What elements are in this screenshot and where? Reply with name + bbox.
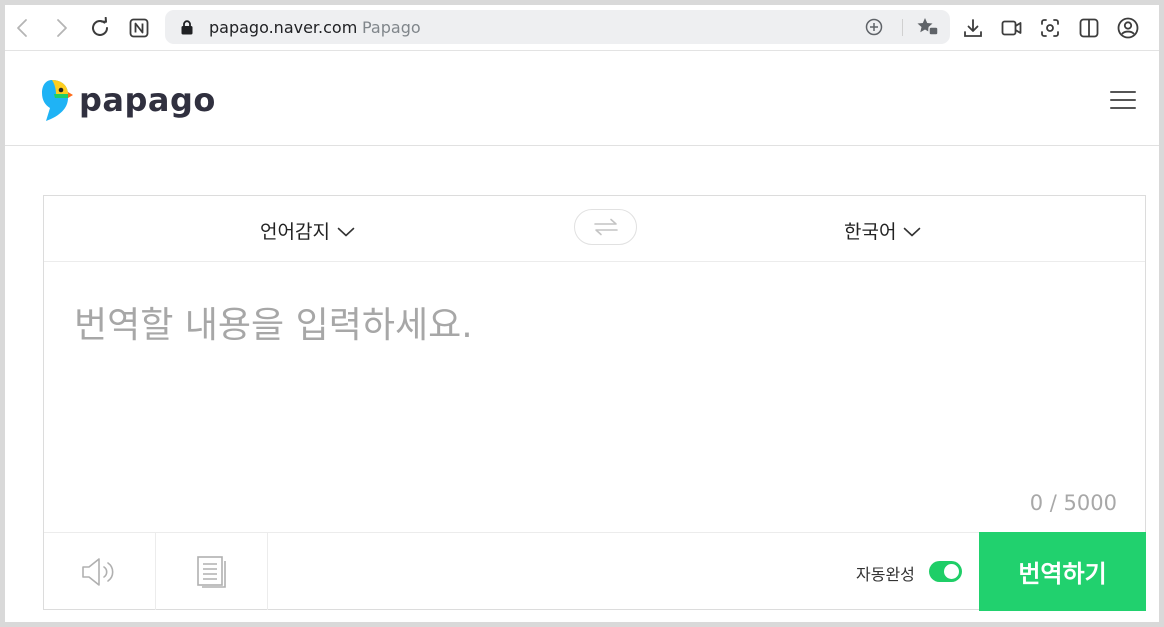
profile-icon[interactable] — [1115, 15, 1141, 41]
target-language-label: 한국어 — [844, 221, 897, 243]
chevron-down-icon — [903, 220, 921, 242]
lock-icon[interactable] — [181, 20, 193, 39]
auto-complete-toggle[interactable] — [929, 561, 962, 582]
language-bar: 언어감지 한국어 — [44, 196, 1145, 262]
reload-icon[interactable] — [87, 15, 113, 41]
source-language-select[interactable]: 언어감지 — [260, 217, 355, 244]
browser-window: papago.naver.com Papago papago 언어감지 한국어 … — [5, 5, 1159, 622]
toggle-knob — [944, 564, 959, 579]
swap-arrows-icon — [593, 218, 618, 236]
auto-complete-label: 자동완성 — [856, 565, 915, 584]
url-page-title: Papago — [362, 18, 421, 37]
download-icon[interactable] — [960, 15, 986, 41]
target-language-select[interactable]: 한국어 — [844, 217, 921, 244]
source-input-area: 0 / 5000 — [44, 262, 1145, 532]
address-bar-divider — [902, 19, 903, 36]
add-circle-icon[interactable] — [865, 18, 883, 40]
back-icon[interactable] — [9, 15, 35, 41]
translator-panel: 언어감지 한국어 0 / 5000 — [43, 195, 1146, 611]
address-bar[interactable]: papago.naver.com Papago — [165, 10, 950, 44]
character-counter: 0 / 5000 — [1029, 491, 1117, 515]
screenshot-icon[interactable] — [1037, 15, 1063, 41]
chevron-down-icon — [337, 220, 355, 242]
handwriting-button[interactable] — [156, 533, 268, 610]
swap-languages-button[interactable] — [574, 209, 637, 245]
papago-logo[interactable]: papago — [38, 78, 216, 122]
logo-text: papago — [79, 81, 216, 119]
menu-icon[interactable] — [1110, 91, 1136, 109]
listen-button[interactable] — [44, 533, 156, 610]
source-text-input[interactable] — [74, 296, 1114, 496]
document-icon — [196, 555, 226, 588]
source-language-label: 언어감지 — [260, 221, 330, 243]
url-host: papago.naver.com — [209, 18, 358, 37]
split-view-icon[interactable] — [1076, 15, 1102, 41]
input-toolbar: 자동완성 번역하기 — [44, 532, 1146, 611]
translate-button[interactable]: 번역하기 — [979, 532, 1146, 611]
speaker-icon — [81, 557, 113, 586]
video-capture-icon[interactable] — [999, 15, 1025, 41]
naver-home-icon[interactable] — [126, 15, 152, 41]
browser-toolbar: papago.naver.com Papago — [5, 5, 1159, 51]
papago-parrot-icon — [42, 80, 73, 121]
forward-icon[interactable] — [49, 15, 75, 41]
app-header: papago — [5, 51, 1159, 146]
favorites-star-icon[interactable] — [917, 17, 939, 41]
